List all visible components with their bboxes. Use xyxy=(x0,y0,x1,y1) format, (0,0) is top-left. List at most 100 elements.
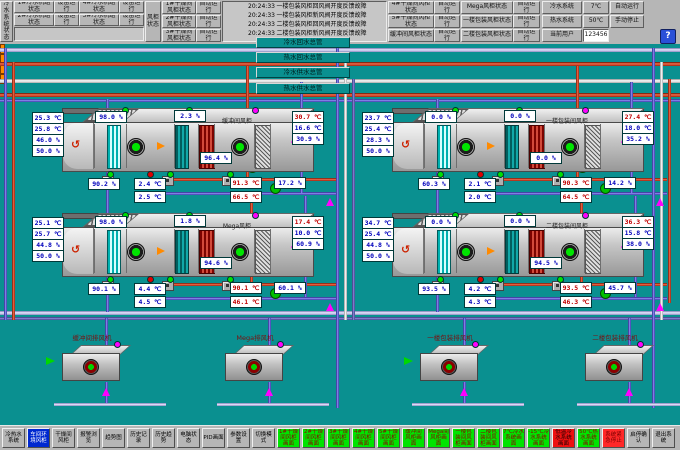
toolbar-button-17[interactable]: 缓冲间风柜画面 xyxy=(402,428,425,448)
exhaust-fan-icon xyxy=(561,243,579,261)
pipe-segment xyxy=(344,62,347,320)
value-box: 60.1 % xyxy=(274,282,306,294)
value-box: 4.5 ℃ xyxy=(134,296,166,308)
toolbar-button-16[interactable]: 5#干燥间风柜画面 xyxy=(377,428,400,448)
fan-unit-label: 二楼包装排风机 xyxy=(560,334,670,342)
sensor-led-magenta xyxy=(472,341,479,348)
sensor-led-magenta xyxy=(114,341,121,348)
help-icon[interactable]: ? xyxy=(660,29,676,44)
section-divider xyxy=(94,229,95,273)
pipe-segment xyxy=(352,79,355,320)
pipe-segment xyxy=(463,318,466,348)
ahu-body: ↺↷ xyxy=(62,122,314,172)
toolbar-button-4[interactable]: 报警浏览 xyxy=(77,428,100,448)
toolbar-button-2[interactable]: 车间环境风柜 xyxy=(27,428,50,448)
toolbar-button-21[interactable]: 7℃冷水系统画面 xyxy=(502,428,525,448)
toolbar-button-10[interactable]: 参数设置 xyxy=(227,428,250,448)
value-box: 14.2 % xyxy=(604,177,636,189)
toolbar-button-25[interactable]: 系统紧急停止 xyxy=(602,428,625,448)
exhaust-fan-unit xyxy=(225,345,285,383)
chiller-status-label: 4#冷水机组状态 xyxy=(79,1,119,13)
chiller-status-value: 设备运行 xyxy=(54,1,79,13)
section-divider xyxy=(528,229,529,273)
value-box: 60.9 % xyxy=(292,238,324,250)
toolbar-button-7[interactable]: 历史趋势 xyxy=(152,428,175,448)
exhaust-fan-unit xyxy=(62,345,122,383)
toolbar-button-15[interactable]: 4#干燥间风柜画面 xyxy=(352,428,375,448)
toolbar-button-22[interactable]: -15℃冷水系统画面 xyxy=(527,428,550,448)
pipe-segment xyxy=(628,318,631,348)
section-divider xyxy=(584,124,585,168)
toolbar-button-20[interactable]: 二楼包装间风柜画面 xyxy=(477,428,500,448)
section-divider xyxy=(270,124,271,168)
section-divider xyxy=(174,124,175,168)
supply-fan-icon xyxy=(457,243,475,261)
toolbar-button-3[interactable]: 干燥间风柜 xyxy=(52,428,75,448)
value-box: 50.0 % xyxy=(32,250,64,262)
status-led-red xyxy=(147,276,154,283)
status-led-red xyxy=(477,276,484,283)
toolbar-button-13[interactable]: 2#干燥间风柜画面 xyxy=(302,428,325,448)
filter-section-icon xyxy=(107,230,121,274)
filter-section-icon xyxy=(437,230,451,274)
sensor-led-magenta xyxy=(252,107,259,114)
value-box: 4.3 ℃ xyxy=(464,296,496,308)
value-box: 96.4 % xyxy=(200,152,232,164)
value-box: 60.3 % xyxy=(418,178,450,190)
toolbar-button-19[interactable]: 一楼包装间风柜画面 xyxy=(452,428,475,448)
toolbar-button-24[interactable]: 50℃热水系统画面 xyxy=(577,428,600,448)
fan-unit-label: 缓冲间排风机 xyxy=(37,334,147,342)
section-divider xyxy=(126,229,127,273)
ahu-status-value: 自动运行 xyxy=(196,1,221,14)
main-pipe-label: 热水回水总管 xyxy=(256,52,350,63)
chiller-status-label: 1#冷水机组状态 xyxy=(14,1,54,13)
return-air-curl-icon: ↺ xyxy=(401,244,413,256)
toolbar-button-26[interactable]: 启停确认 xyxy=(627,428,650,448)
airflow-arrow-icon xyxy=(487,142,495,150)
sensor-led-magenta xyxy=(277,341,284,348)
airflow-arrow-icon xyxy=(487,247,495,255)
section-divider xyxy=(254,229,255,273)
value-box: 50.0 % xyxy=(362,250,394,262)
section-divider xyxy=(504,229,505,273)
toolbar-button-9[interactable]: PID画面 xyxy=(202,428,225,448)
status-led-green xyxy=(107,276,114,283)
value-box: 93.5 % xyxy=(418,283,450,295)
toolbar-button-5[interactable]: 趋势图 xyxy=(102,428,125,448)
alarm-text: 一楼包装风柜回风阀开度反馈故障 xyxy=(276,2,366,11)
alarm-row: 20:24:33一楼包装风柜新风阀开度反馈故障 xyxy=(226,11,387,20)
filter-section-icon xyxy=(437,125,451,169)
value-box: 30.9 % xyxy=(292,133,324,145)
flow-arrow-icon xyxy=(326,303,334,311)
system-row-value: 123456 xyxy=(583,29,609,42)
ahu-body: ↺↷ xyxy=(392,122,644,172)
value-box: 94.6 % xyxy=(200,257,232,269)
section-divider xyxy=(528,124,529,168)
pipe-segment xyxy=(0,317,680,320)
alarm-list[interactable]: 20:24:33一楼包装风柜回风阀开度反馈故障20:24:33一楼包装风柜新风阀… xyxy=(222,1,387,42)
toolbar-button-8[interactable]: 电脑状态 xyxy=(177,428,200,448)
toolbar-button-11[interactable]: 切换模式 xyxy=(252,428,275,448)
outlet-grille-icon xyxy=(255,125,271,169)
system-row-value: 50℃ xyxy=(583,15,609,28)
system-row-label: 当前用户 xyxy=(542,29,582,42)
hmi-screen: 冷水系统状态1#冷水机组状态设备运行4#冷水机组状态设备运行2#冷水机组状态设备… xyxy=(0,0,680,450)
section-divider xyxy=(600,229,601,273)
toolbar-button-6[interactable]: 历史记录 xyxy=(127,428,150,448)
toolbar-button-18[interactable]: Mega间风柜画面 xyxy=(427,428,450,448)
section-divider xyxy=(126,124,127,168)
toolbar-button-1[interactable]: 冷热水系统 xyxy=(2,428,25,448)
ahu-status-label: 一楼包装风柜状态 xyxy=(461,15,513,28)
toolbar-button-27[interactable]: 退出系统 xyxy=(652,428,675,448)
chiller-status-value: 设备运行 xyxy=(54,14,79,26)
toolbar-button-12[interactable]: 1#干燥间风柜画面 xyxy=(277,428,300,448)
toolbar-button-14[interactable]: 3#干燥间风柜画面 xyxy=(327,428,350,448)
toolbar-button-23[interactable]: 低温冷水系统画面 xyxy=(552,428,575,448)
exhaust-fan-unit xyxy=(585,345,645,383)
value-box: 2.1 ℃ xyxy=(464,178,496,190)
chiller-status-value: 设备运行 xyxy=(119,1,144,13)
alarm-row: 20:24:33二楼包装风柜回风阀开度反馈故障 xyxy=(226,20,387,29)
alarm-time: 20:24:33 xyxy=(246,20,276,29)
section-divider xyxy=(270,229,271,273)
status-led-green xyxy=(167,171,174,178)
